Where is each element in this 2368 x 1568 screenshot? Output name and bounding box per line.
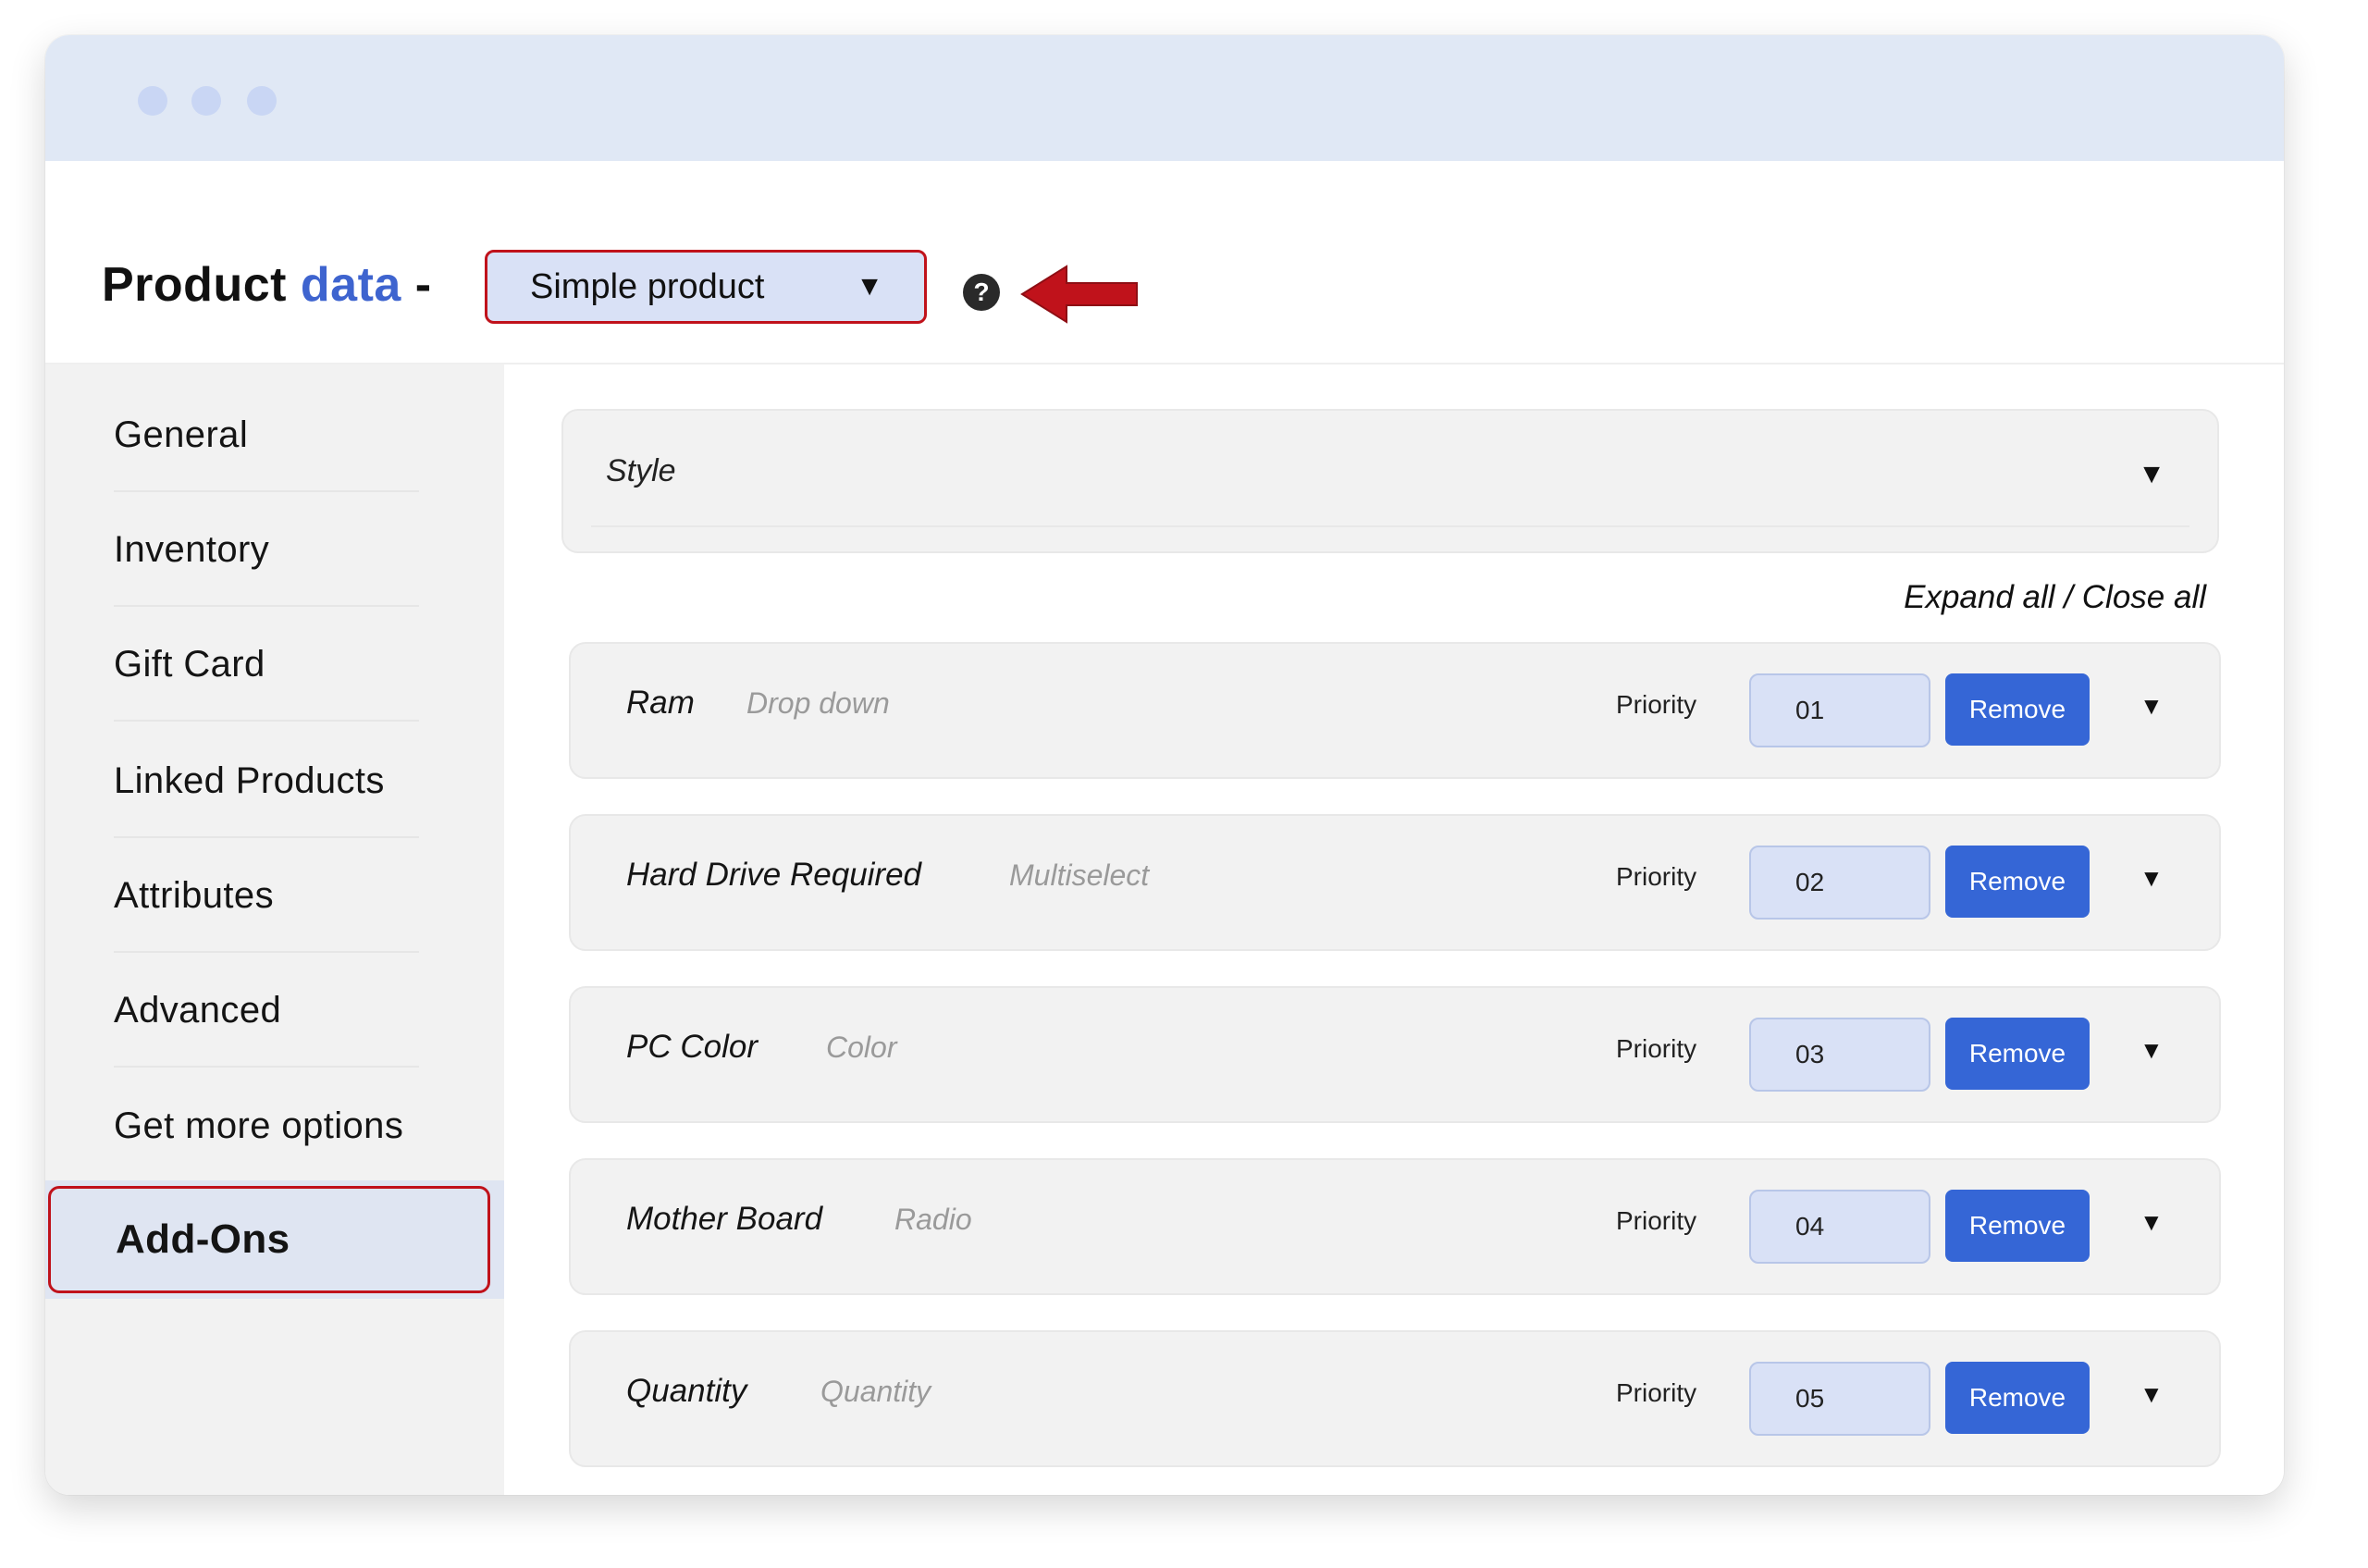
addon-name: Quantity bbox=[626, 1373, 747, 1409]
addon-row: Hard Drive Required Multiselect Priority… bbox=[569, 814, 2221, 951]
addon-name: PC Color bbox=[626, 1029, 758, 1065]
priority-label: Priority bbox=[1616, 1206, 1697, 1235]
style-label: Style bbox=[606, 453, 676, 488]
separator: / bbox=[2064, 579, 2074, 615]
addon-type: Drop down bbox=[746, 686, 890, 720]
addon-type: Multiselect bbox=[1009, 858, 1150, 892]
caret-down-icon[interactable]: ▼ bbox=[2140, 1380, 2164, 1409]
window-titlebar bbox=[45, 35, 2284, 161]
addon-row: Mother Board Radio Priority Remove ▼ bbox=[569, 1158, 2221, 1295]
product-type-value: Simple product bbox=[530, 266, 765, 306]
addon-type: Quantity bbox=[820, 1375, 931, 1408]
priority-label: Priority bbox=[1616, 1034, 1697, 1063]
sidebar-item-inventory[interactable]: Inventory bbox=[114, 494, 419, 607]
style-accordion[interactable]: Style ▼ bbox=[561, 409, 2219, 553]
priority-input[interactable] bbox=[1749, 673, 1930, 747]
priority-input[interactable] bbox=[1749, 846, 1930, 920]
priority-label: Priority bbox=[1616, 690, 1697, 719]
title-main: Product bbox=[102, 258, 287, 312]
remove-button[interactable]: Remove bbox=[1945, 846, 2090, 918]
remove-button[interactable]: Remove bbox=[1945, 1018, 2090, 1090]
window-dot-minimize[interactable] bbox=[191, 86, 221, 116]
priority-label: Priority bbox=[1616, 862, 1697, 891]
addon-row: Quantity Quantity Priority Remove ▼ bbox=[569, 1330, 2221, 1467]
divider bbox=[591, 525, 2189, 527]
remove-button[interactable]: Remove bbox=[1945, 1362, 2090, 1434]
sidebar-item-gift-card[interactable]: Gift Card bbox=[114, 609, 419, 722]
sidebar-item-advanced[interactable]: Advanced bbox=[114, 955, 419, 1068]
sidebar: General Inventory Gift Card Linked Produ… bbox=[45, 364, 504, 1495]
addon-type: Radio bbox=[894, 1203, 972, 1236]
page-title: Product data - bbox=[102, 257, 432, 313]
addon-type: Color bbox=[826, 1031, 897, 1064]
remove-button[interactable]: Remove bbox=[1945, 1190, 2090, 1262]
sidebar-item-add-ons[interactable]: Add-Ons bbox=[48, 1186, 490, 1293]
priority-label: Priority bbox=[1616, 1378, 1697, 1407]
remove-button[interactable]: Remove bbox=[1945, 673, 2090, 746]
priority-input[interactable] bbox=[1749, 1018, 1930, 1092]
sidebar-item-label: General bbox=[114, 414, 249, 455]
product-type-select[interactable]: Simple product ▼ bbox=[485, 250, 927, 324]
window-dot-close[interactable] bbox=[138, 86, 167, 116]
window-dot-maximize[interactable] bbox=[247, 86, 277, 116]
expand-all-link[interactable]: Expand all bbox=[1904, 579, 2054, 615]
sidebar-item-attributes[interactable]: Attributes bbox=[114, 840, 419, 953]
sidebar-item-label: Advanced bbox=[114, 989, 282, 1031]
addons-panel: Style ▼ Expand all / Close all Ram Drop … bbox=[504, 364, 2284, 1495]
sidebar-item-linked-products[interactable]: Linked Products bbox=[114, 725, 419, 838]
priority-input[interactable] bbox=[1749, 1362, 1930, 1436]
caret-down-icon: ▼ bbox=[856, 271, 883, 302]
caret-down-icon: ▼ bbox=[2138, 459, 2165, 489]
addon-name: Hard Drive Required bbox=[626, 857, 922, 893]
addon-row: PC Color Color Priority Remove ▼ bbox=[569, 986, 2221, 1123]
title-accent: data bbox=[300, 258, 401, 312]
sidebar-item-get-more-options[interactable]: Get more options bbox=[114, 1069, 419, 1182]
help-icon[interactable]: ? bbox=[963, 274, 1000, 311]
sidebar-item-general[interactable]: General bbox=[114, 379, 419, 492]
expand-close-controls: Expand all / Close all bbox=[1904, 579, 2206, 616]
caret-down-icon[interactable]: ▼ bbox=[2140, 864, 2164, 893]
sidebar-item-label: Inventory bbox=[114, 528, 270, 570]
addon-name: Ram bbox=[626, 685, 695, 721]
close-all-link[interactable]: Close all bbox=[2082, 579, 2206, 615]
addon-row: Ram Drop down Priority Remove ▼ bbox=[569, 642, 2221, 779]
product-data-header: Product data - Simple product ▼ ? bbox=[45, 161, 2284, 364]
sidebar-item-label: Get more options bbox=[114, 1105, 404, 1146]
sidebar-item-label: Attributes bbox=[114, 874, 274, 916]
sidebar-item-label: Add-Ons bbox=[116, 1216, 290, 1262]
caret-down-icon[interactable]: ▼ bbox=[2140, 1208, 2164, 1237]
red-arrow-icon bbox=[1020, 265, 1138, 324]
app-window: Product data - Simple product ▼ ? Genera… bbox=[45, 35, 2284, 1495]
priority-input[interactable] bbox=[1749, 1190, 1930, 1264]
caret-down-icon[interactable]: ▼ bbox=[2140, 692, 2164, 721]
caret-down-icon[interactable]: ▼ bbox=[2140, 1036, 2164, 1065]
addon-name: Mother Board bbox=[626, 1201, 823, 1237]
title-separator: - bbox=[414, 258, 432, 312]
sidebar-item-label: Linked Products bbox=[114, 759, 385, 801]
sidebar-item-label: Gift Card bbox=[114, 643, 265, 685]
